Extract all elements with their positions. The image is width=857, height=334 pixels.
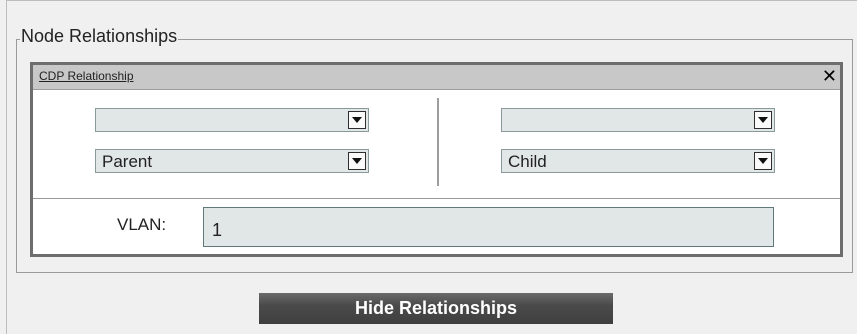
- column-divider: [437, 98, 439, 186]
- chevron-down-icon[interactable]: [754, 111, 772, 129]
- hide-relationships-button[interactable]: Hide Relationships: [259, 293, 613, 324]
- chevron-down-icon[interactable]: [754, 152, 772, 170]
- panel-header: CDP Relationship ✕: [33, 65, 840, 90]
- panel-title-link[interactable]: CDP Relationship: [39, 69, 134, 83]
- left-role-select[interactable]: Parent: [95, 149, 369, 173]
- chevron-down-icon[interactable]: [348, 152, 366, 170]
- chevron-down-icon[interactable]: [348, 111, 366, 129]
- vlan-label: VLAN:: [117, 215, 167, 234]
- left-node-select[interactable]: [95, 108, 369, 132]
- vlan-input[interactable]: [203, 207, 774, 247]
- cdp-relationship-panel: CDP Relationship ✕ Parent Child VLAN:: [30, 62, 843, 257]
- row-divider: [33, 198, 840, 199]
- close-icon[interactable]: ✕: [822, 66, 837, 86]
- top-border: [6, 0, 857, 5]
- right-node-select[interactable]: [501, 108, 775, 132]
- left-border: [6, 0, 7, 334]
- fieldset-legend: Node Relationships: [20, 25, 179, 47]
- right-role-select[interactable]: Child: [501, 149, 775, 173]
- left-role-select-value: Parent: [102, 152, 153, 171]
- right-role-select-value: Child: [508, 152, 547, 171]
